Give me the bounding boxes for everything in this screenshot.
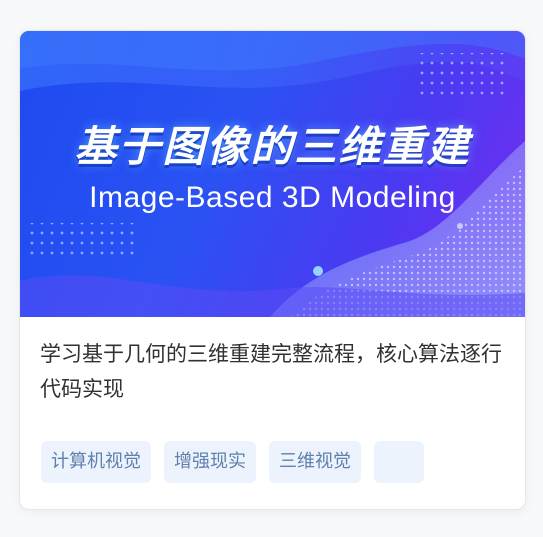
tag-augmented-reality[interactable]: 增强现实	[164, 441, 256, 483]
course-card[interactable]: 基于图像的三维重建 Image-Based 3D Modeling 学习基于几何…	[19, 30, 526, 510]
tag-overflow[interactable]	[374, 441, 424, 483]
banner-decoration	[20, 31, 525, 317]
banner-subtitle: Image-Based 3D Modeling	[89, 181, 456, 214]
banner-title: 基于图像的三维重建	[74, 122, 471, 171]
tag-list: 计算机视觉 增强现实 三维视觉	[41, 441, 509, 483]
tag-computer-vision[interactable]: 计算机视觉	[41, 441, 151, 483]
course-description[interactable]: 学习基于几何的三维重建完整流程，核心算法逐行代码实现	[40, 337, 510, 407]
course-banner[interactable]: 基于图像的三维重建 Image-Based 3D Modeling	[20, 31, 525, 317]
tag-3d-vision[interactable]: 三维视觉	[269, 441, 361, 483]
